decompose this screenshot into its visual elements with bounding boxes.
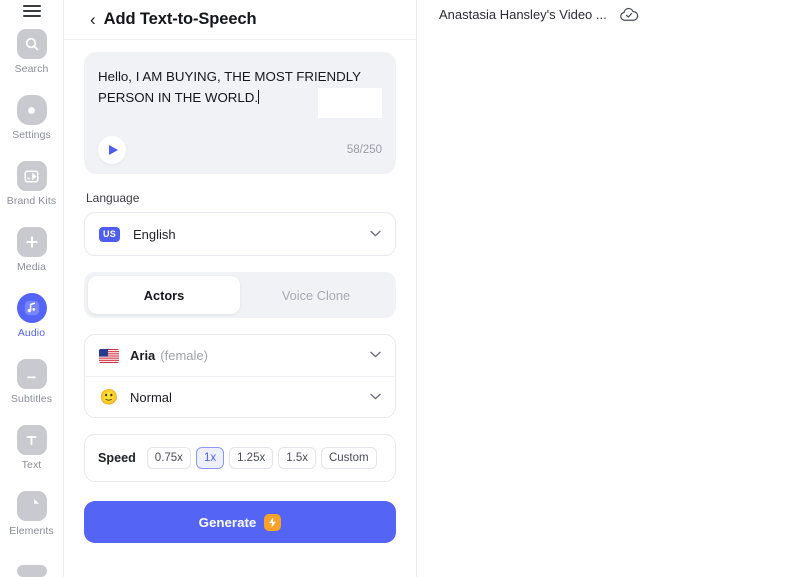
us-badge-icon: US bbox=[99, 226, 120, 242]
tone-select[interactable]: 🙂 Normal bbox=[85, 376, 395, 417]
hamburger-line bbox=[22, 9, 41, 12]
speed-option-15x[interactable]: 1.5x bbox=[278, 447, 316, 469]
generate-button-label: Generate bbox=[198, 514, 257, 530]
speed-options: 0.75x 1x 1.25x 1.5x Custom bbox=[146, 447, 377, 469]
editor-stage: Anastasia Hansley's Video ... bbox=[417, 0, 800, 577]
text-caret bbox=[258, 90, 260, 104]
sidebar-item-media[interactable]: Media bbox=[0, 217, 63, 283]
sidebar-item-label: Brand Kits bbox=[6, 195, 57, 208]
language-value: English bbox=[133, 226, 176, 242]
panel-body: Hello, I AM BUYING, THE MOST FRIENDLY PE… bbox=[64, 40, 416, 543]
smiley-icon: 🙂 bbox=[99, 388, 119, 406]
chevron-left-icon[interactable]: ‹ bbox=[90, 11, 96, 28]
hamburger-line bbox=[22, 4, 41, 7]
plus-icon bbox=[16, 227, 47, 258]
voice-gender: (female) bbox=[160, 348, 208, 363]
play-triangle bbox=[109, 145, 118, 155]
speed-option-125x[interactable]: 1.25x bbox=[229, 447, 274, 469]
chevron-down-icon bbox=[370, 392, 381, 403]
sidebar-item-label: Text bbox=[21, 459, 42, 472]
sidebar-item-label: Media bbox=[16, 261, 47, 274]
speed-control: Speed 0.75x 1x 1.25x 1.5x Custom bbox=[84, 434, 396, 482]
sidebar-item-overflow[interactable] bbox=[0, 547, 63, 577]
play-icon[interactable] bbox=[98, 136, 126, 164]
sidebar-item-elements[interactable]: Elements bbox=[0, 481, 63, 547]
character-counter: 58/250 bbox=[346, 144, 382, 156]
sidebar-item-settings[interactable]: Settings bbox=[0, 85, 63, 151]
sidebar-item-label: Elements bbox=[9, 525, 54, 538]
music-note-icon bbox=[16, 293, 47, 324]
sidebar-item-text[interactable]: Text bbox=[0, 415, 63, 481]
generate-button[interactable]: Generate bbox=[84, 501, 396, 543]
language-label: Language bbox=[86, 191, 140, 205]
tone-value: Normal bbox=[130, 389, 172, 405]
chevron-down-icon bbox=[370, 229, 381, 240]
brand-kit-icon bbox=[16, 161, 47, 192]
stage-header: Anastasia Hansley's Video ... bbox=[417, 0, 800, 28]
speed-option-075x[interactable]: 0.75x bbox=[146, 447, 191, 469]
sidebar-item-search[interactable]: Search bbox=[0, 19, 63, 85]
voice-source-tabs: Actors Voice Clone bbox=[84, 272, 396, 318]
sidebar-item-subtitles[interactable]: Subtitles bbox=[0, 349, 63, 415]
text-t-icon bbox=[16, 425, 47, 456]
search-icon bbox=[16, 29, 47, 60]
tab-voice-clone[interactable]: Voice Clone bbox=[240, 276, 392, 314]
tts-card-footer: 58/250 bbox=[98, 136, 382, 164]
sidebar-item-label: Search bbox=[14, 63, 49, 76]
cloud-check-icon[interactable] bbox=[619, 7, 639, 22]
gear-icon bbox=[16, 95, 47, 126]
panel-header: ‹ Add Text-to-Speech bbox=[64, 0, 416, 40]
page-title: Add Text-to-Speech bbox=[103, 10, 257, 28]
more-tools-icon bbox=[16, 565, 47, 577]
voice-select[interactable]: Aria (female) bbox=[85, 335, 395, 376]
voice-settings-group: Aria (female) 🙂 Normal bbox=[84, 334, 396, 418]
left-rail: Search Settings Brand Kits Media Audio S… bbox=[0, 0, 64, 577]
speed-label: Speed bbox=[98, 451, 136, 465]
elements-icon bbox=[16, 491, 47, 522]
hamburger-line bbox=[22, 14, 41, 17]
lightning-bolt-icon bbox=[264, 513, 282, 531]
tts-input-card: Hello, I AM BUYING, THE MOST FRIENDLY PE… bbox=[84, 52, 396, 174]
sidebar-item-audio[interactable]: Audio bbox=[0, 283, 63, 349]
selection-overlay bbox=[318, 88, 382, 118]
sidebar-item-label: Audio bbox=[17, 327, 46, 340]
speed-option-1x[interactable]: 1x bbox=[195, 447, 225, 469]
sidebar-item-label: Settings bbox=[12, 129, 51, 142]
app-root: Search Settings Brand Kits Media Audio S… bbox=[0, 0, 800, 577]
chevron-down-icon bbox=[370, 350, 381, 361]
voice-name: Aria bbox=[130, 348, 156, 363]
tts-panel: ‹ Add Text-to-Speech Hello, I AM BUYING,… bbox=[64, 0, 417, 577]
tab-actors[interactable]: Actors bbox=[88, 276, 240, 314]
document-title[interactable]: Anastasia Hansley's Video ... bbox=[439, 7, 607, 22]
sidebar-item-brand-kits[interactable]: Brand Kits bbox=[0, 151, 63, 217]
subtitles-icon bbox=[16, 359, 47, 390]
speed-option-custom[interactable]: Custom bbox=[320, 447, 377, 469]
us-flag-icon bbox=[99, 348, 119, 363]
hamburger-icon[interactable] bbox=[0, 0, 63, 19]
sidebar-item-label: Subtitles bbox=[10, 393, 53, 406]
language-select[interactable]: US English bbox=[84, 212, 396, 256]
